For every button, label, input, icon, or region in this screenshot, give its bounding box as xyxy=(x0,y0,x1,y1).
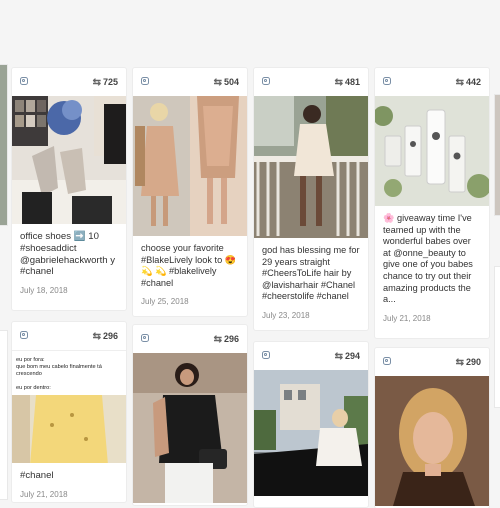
edge-card-right-2[interactable] xyxy=(494,266,500,408)
repost-count: ⇆ 442 xyxy=(455,77,481,88)
card-header: ⇆ 296 xyxy=(12,322,126,350)
instagram-icon xyxy=(20,77,28,85)
instagram-icon xyxy=(141,77,149,85)
post-card[interactable]: ⇆ 296 eu por fora: que bom meu cabelo fin… xyxy=(12,322,126,502)
repost-count: ⇆ 481 xyxy=(334,77,360,88)
card-header: ⇆ 504 xyxy=(133,68,247,96)
post-caption: choose your favorite #BlakeLively look t… xyxy=(141,243,237,288)
card-header: ⇆ 290 xyxy=(375,348,489,376)
card-header: ⇆ 481 xyxy=(254,68,368,96)
post-date: July 23, 2018 xyxy=(262,310,310,320)
instagram-icon xyxy=(141,334,149,342)
post-date: July 21, 2018 xyxy=(20,489,68,499)
post-date: July 18, 2018 xyxy=(20,286,68,296)
edge-card-right-1[interactable] xyxy=(494,94,500,216)
instagram-icon xyxy=(20,331,28,339)
post-photo[interactable] xyxy=(133,353,247,503)
post-photo[interactable]: eu por fora: que bom meu cabelo finalmen… xyxy=(12,350,126,463)
post-card[interactable]: ⇆ 296 xyxy=(133,325,247,505)
repost-count: ⇆ 294 xyxy=(334,351,360,362)
photo-car-icon xyxy=(254,370,368,496)
photo-blackdress-icon xyxy=(133,353,247,503)
photo-products-icon xyxy=(375,96,489,206)
repost-count: ⇆ 290 xyxy=(455,357,481,368)
post-card[interactable]: ⇆ 290 xyxy=(375,348,489,508)
post-card[interactable]: ⇆ 504 choose your favorite #BlakeLively l… xyxy=(133,68,247,316)
retweet-icon: ⇆ xyxy=(455,357,464,368)
retweet-icon: ⇆ xyxy=(92,331,101,342)
meme-text-top: eu por fora: que bom meu cabelo finalmen… xyxy=(16,357,102,377)
instagram-icon xyxy=(262,77,270,85)
retweet-icon: ⇆ xyxy=(213,334,222,345)
retweet-icon: ⇆ xyxy=(334,77,343,88)
card-header: ⇆ 442 xyxy=(375,68,489,96)
edge-card-left-2[interactable] xyxy=(0,330,8,500)
post-photo[interactable] xyxy=(254,370,368,496)
photo-shoes-icon xyxy=(12,96,126,224)
retweet-icon: ⇆ xyxy=(334,351,343,362)
post-card[interactable]: ⇆ 294 xyxy=(254,342,368,507)
post-card[interactable]: ⇆ 725 office shoes ➡️ 10 #shoesaddict @ga… xyxy=(12,68,126,310)
post-date: July 25, 2018 xyxy=(141,297,189,306)
meme-text-mid: eu por dentro: xyxy=(16,385,51,391)
retweet-icon: ⇆ xyxy=(213,77,222,88)
post-caption: god has blessing me for 29 years straigh… xyxy=(262,245,360,301)
post-photo[interactable] xyxy=(254,96,368,238)
edge-card-left-1[interactable] xyxy=(0,64,8,226)
post-photo[interactable] xyxy=(133,96,247,236)
card-header: ⇆ 725 xyxy=(12,68,126,96)
photo-porch-icon xyxy=(254,96,368,238)
post-caption: office shoes ➡️ 10 #shoesaddict @gabriel… xyxy=(20,231,116,278)
post-caption: #chanel xyxy=(20,470,54,481)
photo-portrait-icon xyxy=(375,376,489,506)
post-photo[interactable] xyxy=(12,96,126,224)
post-date: July 21, 2018 xyxy=(383,313,431,323)
post-card[interactable]: ⇆ 442 🌸 giveaway time I've teamed up with… xyxy=(375,68,489,338)
repost-count: ⇆ 504 xyxy=(213,77,239,88)
photo-dresses-icon xyxy=(133,96,247,236)
instagram-icon xyxy=(262,351,270,359)
instagram-icon xyxy=(383,357,391,365)
retweet-icon: ⇆ xyxy=(455,77,464,88)
card-header: ⇆ 294 xyxy=(254,342,368,370)
instagram-icon xyxy=(383,77,391,85)
photo-meme-icon xyxy=(12,395,126,463)
post-photo[interactable] xyxy=(375,96,489,206)
retweet-icon: ⇆ xyxy=(92,77,101,88)
repost-count: ⇆ 725 xyxy=(92,77,118,88)
post-card[interactable]: ⇆ 481 god has blessing me for 29 years st… xyxy=(254,68,368,330)
card-header: ⇆ 296 xyxy=(133,325,247,353)
repost-count: ⇆ 296 xyxy=(92,331,118,342)
post-photo[interactable] xyxy=(375,376,489,506)
repost-count: ⇆ 296 xyxy=(213,334,239,345)
post-caption: 🌸 giveaway time I've teamed up with the … xyxy=(383,213,473,305)
